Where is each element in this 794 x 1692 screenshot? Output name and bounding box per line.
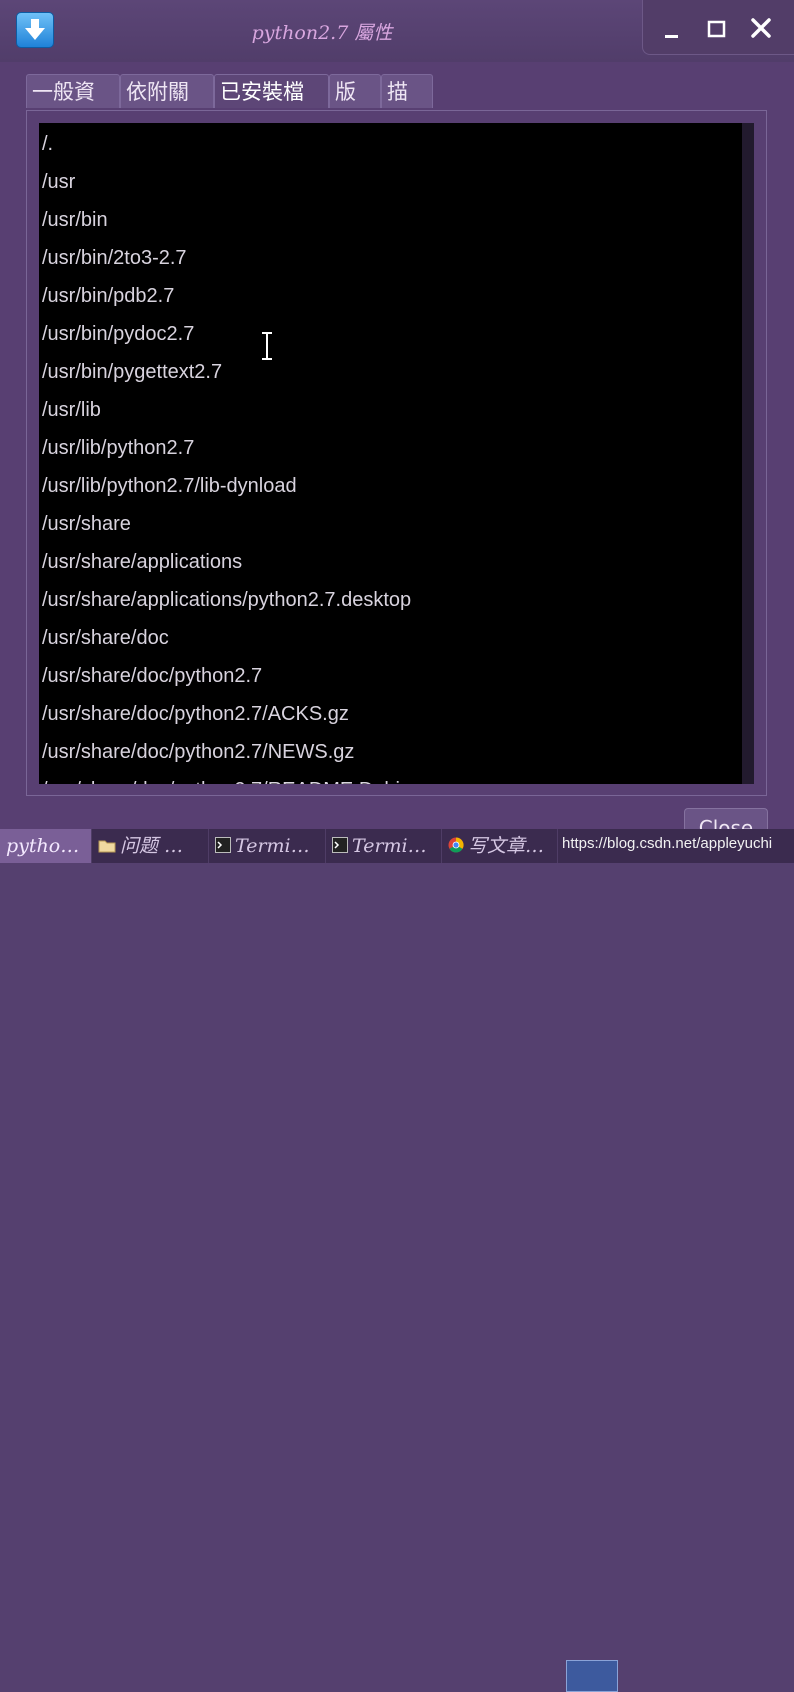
taskbar-item-label: Termi…: [352, 835, 427, 857]
tab-general[interactable]: 一般資訊: [26, 74, 120, 138]
close-icon: [751, 18, 771, 38]
chrome-icon: [448, 830, 464, 863]
file-list-item[interactable]: /usr/bin/pygettext2.7: [42, 353, 222, 391]
watermark: https://blog.csdn.net/appleyuchi: [562, 835, 773, 852]
file-list-item[interactable]: /usr/lib/python2.7/lib-dynload: [42, 467, 297, 505]
properties-window: python2.7 屬性 一般資訊 依附關係 已安裝檔案 版本 描述 /./us…: [0, 0, 794, 838]
file-list-item[interactable]: /usr/share/doc/python2.7/README.Debian: [42, 771, 422, 784]
taskbar-item-label: Termi…: [235, 835, 310, 857]
taskbar-item-folder[interactable]: 问题 …: [92, 829, 209, 863]
taskbar-item-chrome[interactable]: 写文章…: [442, 829, 558, 863]
file-list-item[interactable]: /usr/share/doc: [42, 619, 169, 657]
tab-version[interactable]: 版本: [329, 74, 381, 138]
file-list-item[interactable]: /usr/share/doc/python2.7/NEWS.gz: [42, 733, 354, 771]
file-list-item[interactable]: /usr/share/applications/python2.7.deskto…: [42, 581, 411, 619]
file-list-item[interactable]: /usr/bin/2to3-2.7: [42, 239, 187, 277]
tab-installed-files[interactable]: 已安裝檔案: [214, 74, 329, 138]
minimize-button[interactable]: [657, 14, 687, 44]
close-window-button[interactable]: [747, 14, 777, 44]
terminal-icon: [332, 830, 348, 863]
taskbar-item-label: 写文章…: [468, 835, 545, 857]
window-title: python2.7 屬性: [251, 22, 393, 44]
maximize-icon: [707, 20, 726, 38]
text-cursor-icon: [260, 331, 274, 365]
tab-dependencies[interactable]: 依附關係: [120, 74, 214, 138]
taskbar-item-terminal-1[interactable]: Termi…: [209, 829, 326, 863]
minimize-icon: [665, 35, 678, 38]
file-list-item[interactable]: /usr/bin/pydoc2.7: [42, 315, 194, 353]
taskbar-item-python[interactable]: pytho…: [0, 829, 92, 863]
taskbar-item-terminal-2[interactable]: Termi…: [326, 829, 442, 863]
file-list-item[interactable]: /usr/share: [42, 505, 131, 543]
file-list-item[interactable]: /usr/share/doc/python2.7/ACKS.gz: [42, 695, 349, 733]
taskbar-item-label: 问题 …: [120, 835, 184, 857]
file-list-item[interactable]: /usr/lib/python2.7: [42, 429, 194, 467]
folder-icon: [98, 830, 116, 863]
file-list-item[interactable]: /usr/share/applications: [42, 543, 242, 581]
window-controls: [642, 0, 794, 55]
file-list-item[interactable]: /usr/bin: [42, 201, 108, 239]
vertical-scrollbar[interactable]: [742, 123, 754, 784]
system-tray: [558, 1658, 794, 1692]
maximize-button[interactable]: [702, 14, 732, 44]
file-list-item[interactable]: /usr/bin/pdb2.7: [42, 277, 174, 315]
file-list-item[interactable]: /usr: [42, 163, 75, 201]
file-list-item[interactable]: /.: [42, 125, 53, 163]
taskbar-item-label: pytho…: [6, 835, 80, 857]
scrollbar-thumb[interactable]: [742, 123, 754, 784]
file-list-item[interactable]: /usr/share/doc/python2.7: [42, 657, 262, 695]
installed-files-list[interactable]: /./usr/usr/bin/usr/bin/2to3-2.7/usr/bin/…: [39, 123, 742, 784]
terminal-icon: [215, 830, 231, 863]
tab-description[interactable]: 描述: [381, 74, 433, 138]
file-list-item[interactable]: /usr/lib: [42, 391, 101, 429]
pager-icon[interactable]: [566, 1660, 618, 1692]
